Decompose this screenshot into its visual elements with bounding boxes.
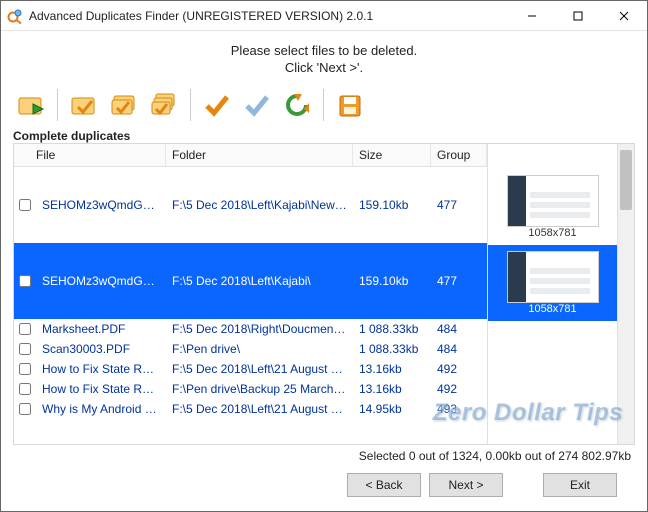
refresh-icon[interactable] — [279, 87, 315, 123]
table-row[interactable]: Scan30003.PDFF:\Pen drive\1 088.33kb484 — [14, 339, 487, 359]
thumbnail-image — [507, 251, 599, 303]
thumbnail-dimensions: 1058x781 — [528, 303, 576, 315]
row-checkbox[interactable] — [19, 199, 31, 211]
row-checkbox[interactable] — [19, 343, 31, 355]
cell-size: 1 088.33kb — [353, 340, 431, 358]
thumbnail-dimensions: 1058x781 — [528, 227, 576, 239]
back-button[interactable]: < Back — [347, 473, 421, 497]
folders-check-icon[interactable] — [106, 87, 142, 123]
maximize-button[interactable] — [555, 1, 601, 30]
window-title: Advanced Duplicates Finder (UNREGISTERED… — [29, 9, 509, 23]
preview-thumbnail[interactable]: 1058x781 — [488, 245, 617, 321]
titlebar: Advanced Duplicates Finder (UNREGISTERED… — [1, 1, 647, 31]
cell-folder: F:\5 Dec 2018\Left\Kajabi\ — [166, 272, 353, 290]
cell-folder: F:\5 Dec 2018\Left\21 August 2018\... — [166, 400, 353, 418]
section-label: Complete duplicates — [13, 129, 635, 143]
table-row[interactable]: Marksheet.PDFF:\5 Dec 2018\Right\Doucmen… — [14, 319, 487, 339]
cell-file: SEHOMz3wQmdGDZA... — [36, 196, 166, 214]
save-icon[interactable] — [332, 87, 368, 123]
col-file[interactable]: File — [14, 144, 166, 166]
col-folder[interactable]: Folder — [166, 144, 353, 166]
close-button[interactable] — [601, 1, 647, 30]
cell-folder: F:\5 Dec 2018\Left\21 August 2018\... — [166, 360, 353, 378]
folders-multi-check-icon[interactable] — [146, 87, 182, 123]
table-row[interactable]: Why is My Android Pho...F:\5 Dec 2018\Le… — [14, 399, 487, 419]
row-checkbox[interactable] — [19, 323, 31, 335]
cell-group: 493 — [431, 400, 487, 418]
instruction-text: Please select files to be deleted. Click… — [13, 43, 635, 77]
cell-group: 492 — [431, 360, 487, 378]
cell-group: 484 — [431, 320, 487, 338]
scrollbar-thumb[interactable] — [620, 150, 632, 210]
cell-size: 159.10kb — [353, 196, 431, 214]
cell-group: 477 — [431, 196, 487, 214]
cell-group: 492 — [431, 380, 487, 398]
preview-thumbnail[interactable]: 1058x781 — [488, 169, 617, 245]
folder-export-icon[interactable] — [13, 87, 49, 123]
cell-folder: F:\5 Dec 2018\Left\Kajabi\New folder\ — [166, 196, 353, 214]
cell-size: 159.10kb — [353, 272, 431, 290]
cell-file: Scan30003.PDF — [36, 340, 166, 358]
cell-file: Why is My Android Pho... — [36, 400, 166, 418]
row-checkbox[interactable] — [19, 383, 31, 395]
exit-button[interactable]: Exit — [543, 473, 617, 497]
row-checkbox[interactable] — [19, 275, 31, 287]
cell-size: 13.16kb — [353, 380, 431, 398]
status-bar: Selected 0 out of 1324, 0.00kb out of 27… — [13, 445, 635, 465]
cell-group: 484 — [431, 340, 487, 358]
table-row[interactable]: How to Fix State Repo...F:\5 Dec 2018\Le… — [14, 359, 487, 379]
toolbar — [13, 85, 635, 127]
app-icon — [7, 8, 23, 24]
next-button[interactable]: Next > — [429, 473, 503, 497]
table-row[interactable]: How to Fix State Repo...F:\Pen drive\Bac… — [14, 379, 487, 399]
col-size[interactable]: Size — [353, 144, 431, 166]
folder-check-icon[interactable] — [66, 87, 102, 123]
col-group[interactable]: Group — [431, 144, 487, 166]
cell-file: Marksheet.PDF — [36, 320, 166, 338]
cell-size: 14.95kb — [353, 400, 431, 418]
instruction-line1: Please select files to be deleted. — [231, 43, 417, 58]
minimize-button[interactable] — [509, 1, 555, 30]
cell-folder: F:\5 Dec 2018\Right\Doucments\Ce... — [166, 320, 353, 338]
cell-group: 477 — [431, 272, 487, 290]
cell-folder: F:\Pen drive\ — [166, 340, 353, 358]
row-checkbox[interactable] — [19, 363, 31, 375]
preview-column: 1058x781 1058x781 — [487, 144, 617, 444]
cell-folder: F:\Pen drive\Backup 25 March 2018... — [166, 380, 353, 398]
cell-file: How to Fix State Repo... — [36, 360, 166, 378]
table-row[interactable]: SEHOMz3wQmdGDZA...F:\5 Dec 2018\Left\Kaj… — [14, 167, 487, 243]
check-blue-icon[interactable] — [239, 87, 275, 123]
grid-header: File Folder Size Group — [14, 144, 487, 167]
cell-file: SEHOMz3wQmdGDZA... — [36, 272, 166, 290]
instruction-line2: Click 'Next >'. — [285, 60, 363, 75]
check-orange-icon[interactable] — [199, 87, 235, 123]
row-checkbox[interactable] — [19, 403, 31, 415]
vertical-scrollbar[interactable] — [617, 144, 634, 444]
cell-size: 1 088.33kb — [353, 320, 431, 338]
table-row[interactable]: SEHOMz3wQmdGDZA...F:\5 Dec 2018\Left\Kaj… — [14, 243, 487, 319]
cell-file: How to Fix State Repo... — [36, 380, 166, 398]
thumbnail-image — [507, 175, 599, 227]
cell-size: 13.16kb — [353, 360, 431, 378]
duplicate-grid: File Folder Size Group SEHOMz3wQmdGDZA..… — [13, 143, 635, 445]
